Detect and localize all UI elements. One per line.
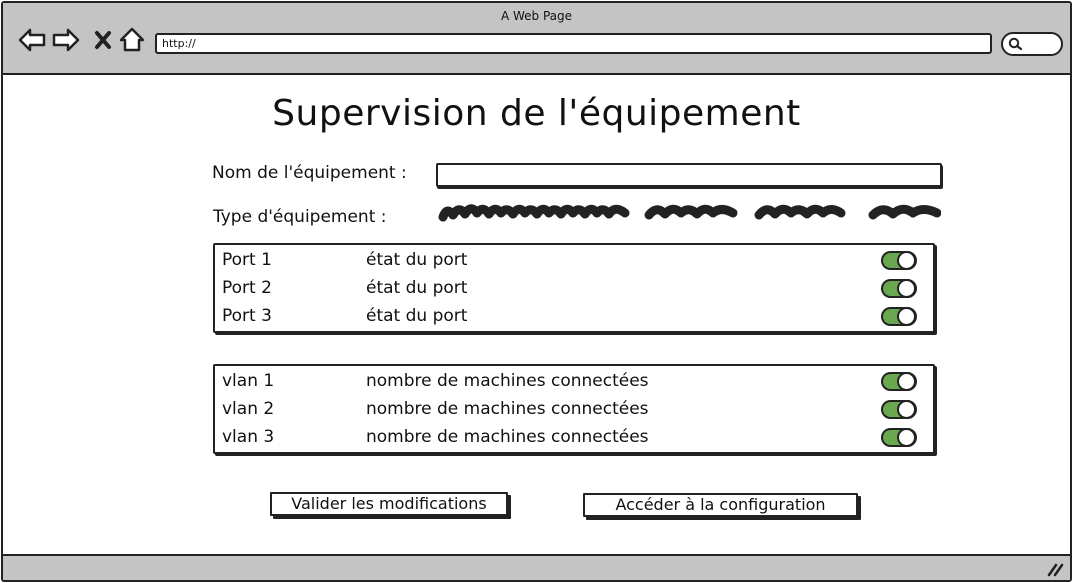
page-title: Supervision de l'équipement — [272, 93, 801, 134]
vlan-name: vlan 1 — [222, 371, 275, 391]
window-title: A Web Page — [500, 9, 573, 23]
port-toggle[interactable] — [881, 307, 917, 326]
port-row: Port 2 état du port — [215, 275, 933, 303]
port-status: état du port — [366, 306, 468, 326]
status-bar — [3, 554, 1070, 580]
toggle-knob — [897, 428, 916, 447]
vlans-list: vlan 1 nombre de machines connectées vla… — [213, 364, 935, 454]
open-configuration-button[interactable]: Accéder à la configuration — [583, 493, 858, 517]
port-name: Port 3 — [222, 306, 272, 326]
equipment-type-label: Type d'équipement : — [213, 207, 387, 227]
vlan-row: vlan 1 nombre de machines connectées — [215, 368, 933, 396]
browser-window: A Web Page http:// Supervision de l'équi… — [1, 1, 1072, 582]
ports-list: Port 1 état du port Port 2 état du port … — [213, 243, 935, 333]
equipment-name-label: Nom de l'équipement : — [212, 163, 407, 183]
vlan-connected-machines: nombre de machines connectées — [366, 371, 649, 391]
vlan-toggle[interactable] — [881, 372, 917, 391]
stop-icon[interactable] — [89, 25, 119, 55]
toggle-knob — [897, 307, 916, 326]
toggle-knob — [897, 251, 916, 270]
port-toggle[interactable] — [881, 279, 917, 298]
home-icon[interactable] — [117, 25, 147, 55]
equipment-name-input[interactable] — [436, 163, 942, 187]
port-status: état du port — [366, 278, 468, 298]
vlan-name: vlan 3 — [222, 427, 275, 447]
port-status: état du port — [366, 250, 468, 270]
toggle-knob — [897, 279, 916, 298]
vlan-toggle[interactable] — [881, 400, 917, 419]
vlan-connected-machines: nombre de machines connectées — [366, 427, 649, 447]
port-row: Port 3 état du port — [215, 303, 933, 331]
browser-toolbar: A Web Page http:// — [3, 3, 1070, 75]
vlan-row: vlan 3 nombre de machines connectées — [215, 424, 933, 452]
port-toggle[interactable] — [881, 251, 917, 270]
port-name: Port 1 — [222, 250, 272, 270]
search-icon — [1008, 37, 1023, 51]
toggle-knob — [897, 400, 916, 419]
back-arrow-icon[interactable] — [17, 25, 47, 55]
toggle-knob — [897, 372, 916, 391]
port-name: Port 2 — [222, 278, 272, 298]
vlan-name: vlan 2 — [222, 399, 275, 419]
forward-arrow-icon[interactable] — [51, 25, 81, 55]
port-row: Port 1 état du port — [215, 247, 933, 275]
vlan-connected-machines: nombre de machines connectées — [366, 399, 649, 419]
page-content: Supervision de l'équipement Nom de l'équ… — [3, 75, 1070, 554]
validate-changes-button[interactable]: Valider les modifications — [270, 492, 508, 516]
redacted-placeholder-text — [438, 204, 941, 222]
vlan-toggle[interactable] — [881, 428, 917, 447]
search-box[interactable] — [1001, 32, 1063, 56]
vlan-row: vlan 2 nombre de machines connectées — [215, 396, 933, 424]
resize-grip-icon[interactable] — [1046, 561, 1064, 577]
address-bar[interactable]: http:// — [155, 33, 992, 54]
